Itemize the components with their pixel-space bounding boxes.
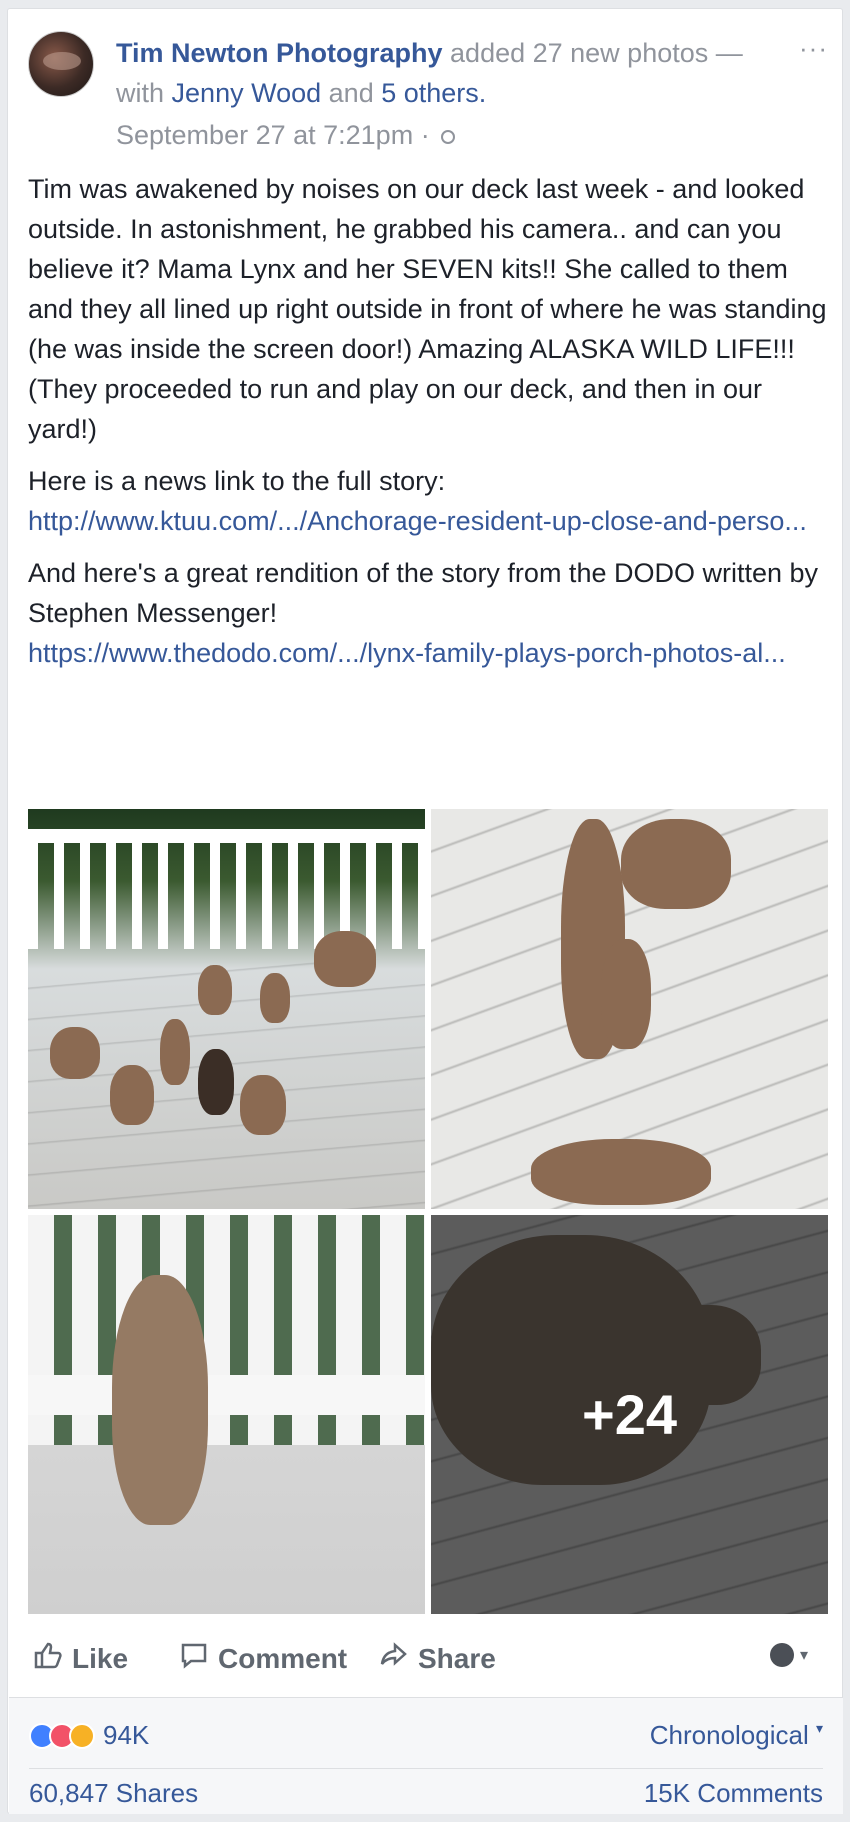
author-avatar[interactable] <box>28 31 94 97</box>
news-paragraph: Here is a news link to the full story: h… <box>28 461 828 541</box>
comment-sort-dropdown[interactable]: Chronological ▾ <box>650 1720 823 1751</box>
reaction-count: 94K <box>103 1720 150 1750</box>
share-icon <box>380 1641 408 1676</box>
post-card: Tim Newton Photography added 27 new phot… <box>7 8 843 1814</box>
footer-divider <box>29 1768 823 1769</box>
comments-count[interactable]: 15K Comments <box>644 1778 823 1809</box>
post-body: Tim was awakened by noises on our deck l… <box>28 169 828 685</box>
comment-label: Comment <box>218 1642 348 1674</box>
author-name-link[interactable]: Tim Newton Photography <box>116 38 443 68</box>
more-photos-count[interactable]: +24 <box>431 1215 828 1614</box>
photo-more-overlay[interactable]: +24 <box>431 1215 828 1614</box>
post-header: Tim Newton Photography added 27 new phot… <box>28 25 827 155</box>
post-dateline: September 27 at 7:21pm · <box>116 117 456 153</box>
chevron-down-icon: ▾ <box>815 1720 823 1736</box>
action-bar: Like Comment Share ▾ <box>28 1627 828 1697</box>
globe-icon <box>441 129 456 144</box>
like-button[interactable]: Like <box>34 1641 128 1676</box>
news-link[interactable]: http://www.ktuu.com/.../Anchorage-reside… <box>28 506 807 536</box>
sort-label: Chronological <box>649 1720 809 1750</box>
news-intro: Here is a news link to the full story: <box>28 466 446 496</box>
photo-lynx-kit-sitting[interactable] <box>28 1215 425 1614</box>
wow-reaction-icon <box>69 1722 95 1749</box>
share-label: Share <box>418 1642 496 1674</box>
like-label: Like <box>72 1642 129 1674</box>
reaction-summary[interactable]: 94K <box>29 1720 149 1751</box>
comment-icon <box>180 1641 208 1676</box>
photo-lynx-family-deck[interactable] <box>28 809 425 1209</box>
post-paragraph: Tim was awakened by noises on our deck l… <box>28 174 827 444</box>
chevron-down-icon: ▾ <box>799 1647 808 1664</box>
post-footer: 94K Chronological ▾ 60,847 Shares 15K Co… <box>9 1697 843 1814</box>
tagged-person-link[interactable]: Jenny Wood <box>172 78 322 108</box>
photo-lynx-mother-kits[interactable] <box>431 809 828 1209</box>
page-avatar-icon <box>769 1643 794 1667</box>
share-button[interactable]: Share <box>380 1641 496 1676</box>
separator-dot: · <box>420 120 430 150</box>
and-text: and <box>328 78 374 108</box>
ellipsis-icon[interactable]: ··· <box>799 33 828 64</box>
thumbs-up-icon <box>34 1641 62 1676</box>
dodo-link[interactable]: https://www.thedodo.com/.../lynx-family-… <box>28 638 786 668</box>
page-selector[interactable]: ▾ <box>769 1643 808 1667</box>
comment-button[interactable]: Comment <box>180 1641 347 1676</box>
shares-count[interactable]: 60,847 Shares <box>29 1778 198 1809</box>
post-action-text: added 27 new photos <box>450 38 709 68</box>
post-headline: Tim Newton Photography added 27 new phot… <box>116 33 782 113</box>
dodo-paragraph: And here's a great rendition of the stor… <box>28 553 828 673</box>
others-link[interactable]: 5 others. <box>381 78 486 108</box>
photo-grid: +24 <box>28 809 828 1614</box>
dodo-intro: And here's a great rendition of the stor… <box>28 558 819 628</box>
post-timestamp[interactable]: September 27 at 7:21pm <box>116 120 413 150</box>
